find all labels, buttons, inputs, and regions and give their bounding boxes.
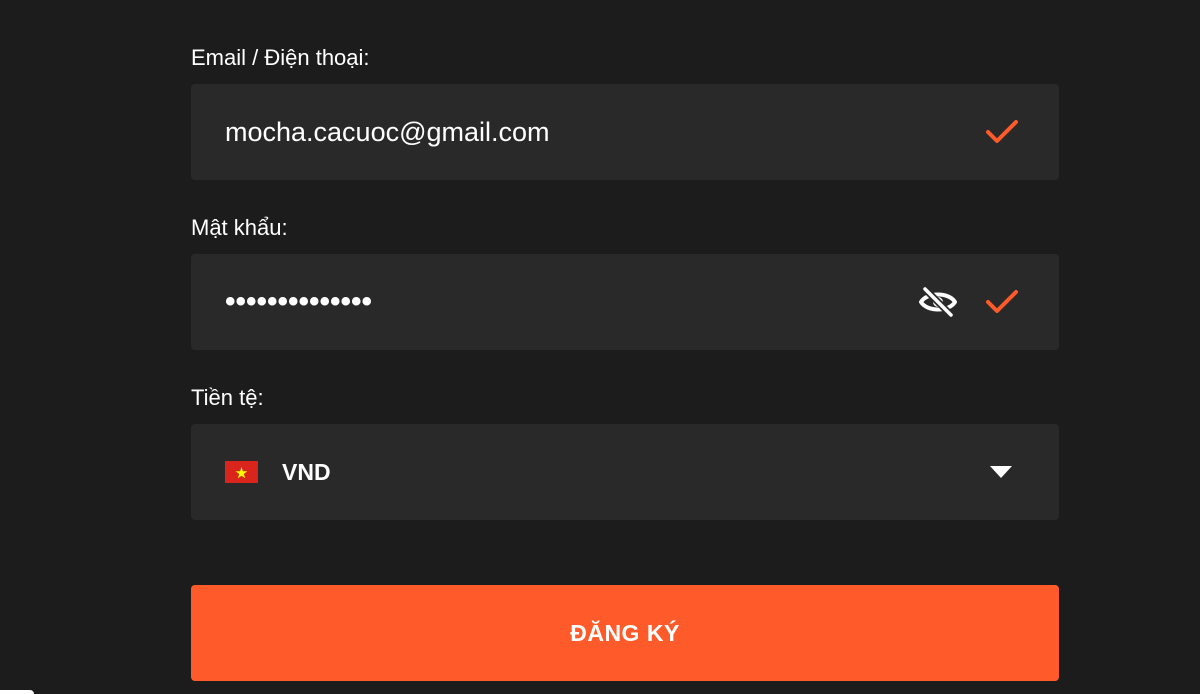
corner-mark [0,690,34,694]
eye-slash-icon[interactable] [919,286,957,318]
check-icon [986,120,1018,143]
currency-label: Tiền tệ: [191,385,264,410]
check-icon [986,290,1018,313]
caret-down-icon[interactable] [990,466,1012,478]
email-field-container[interactable] [191,84,1059,180]
currency-value: VND [282,459,331,485]
register-button[interactable]: ĐĂNG KÝ [191,585,1059,681]
vietnam-flag-icon [225,461,258,483]
email-label: Email / Điện thoại: [191,45,370,70]
currency-select[interactable]: VND [191,424,1059,520]
email-field[interactable] [225,84,905,180]
password-field-container[interactable]: •••••••••••••• [191,254,1059,350]
password-field[interactable]: •••••••••••••• [225,254,905,350]
password-label: Mật khẩu: [191,215,288,240]
